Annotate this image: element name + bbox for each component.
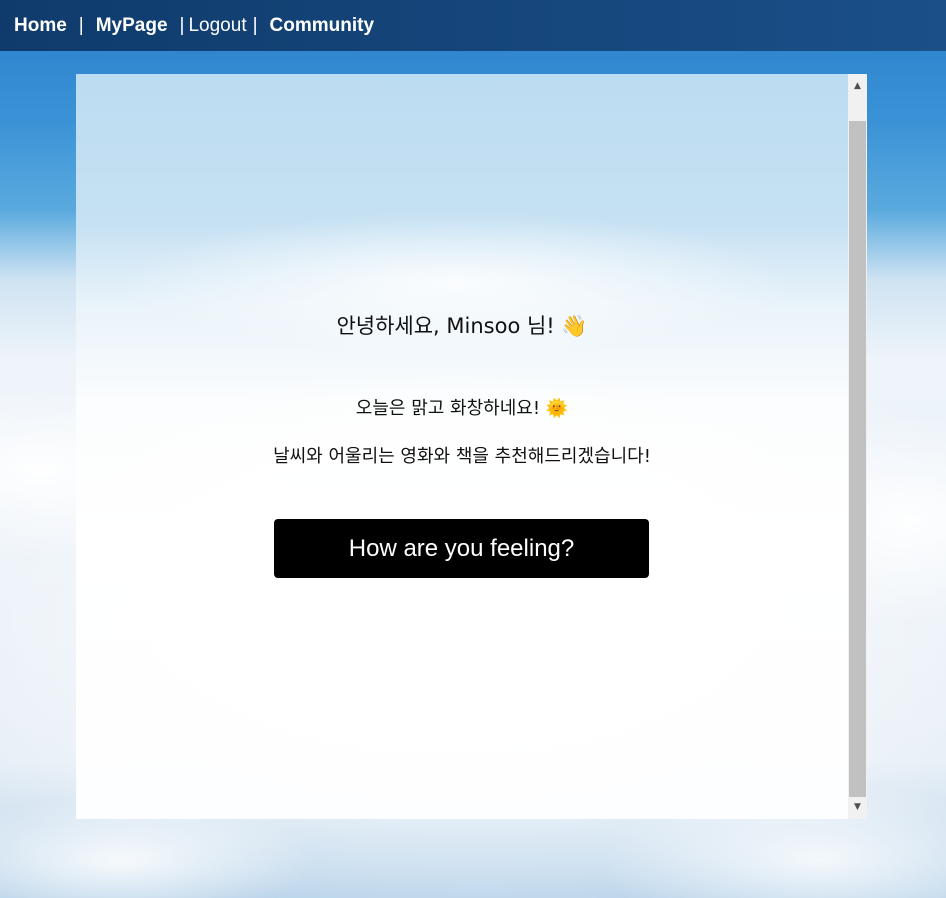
scroll-down-arrow-icon[interactable]: ▼ [848, 797, 867, 817]
nav-community-link[interactable]: Community [270, 15, 375, 37]
nav-mypage-link[interactable]: MyPage [96, 15, 168, 37]
weather-message: 오늘은 맑고 화창하네요! 🌞 [355, 398, 569, 419]
nav-logout-link[interactable]: Logout [188, 15, 246, 37]
scroll-up-arrow-icon[interactable]: ▲ [848, 76, 867, 96]
how-are-you-feeling-button[interactable]: How are you feeling? [274, 519, 649, 578]
scroll-thumb[interactable] [849, 121, 866, 797]
nav-separator: | [179, 14, 185, 36]
main-content-panel: 안녕하세요, Minsoo 님! 👋 오늘은 맑고 화창하네요! 🌞 날씨와 어… [76, 74, 848, 819]
recommendation-message: 날씨와 어울리는 영화와 책을 추천해드리겠습니다! [273, 446, 651, 467]
top-navigation-bar: Home | MyPage | Logout | Community [0, 0, 946, 51]
nav-separator: | [78, 14, 84, 36]
vertical-scrollbar[interactable]: ▲ ▼ [848, 74, 867, 819]
nav-home-link[interactable]: Home [14, 15, 67, 37]
nav-separator: | [252, 14, 258, 36]
greeting-heading: 안녕하세요, Minsoo 님! 👋 [336, 314, 588, 338]
